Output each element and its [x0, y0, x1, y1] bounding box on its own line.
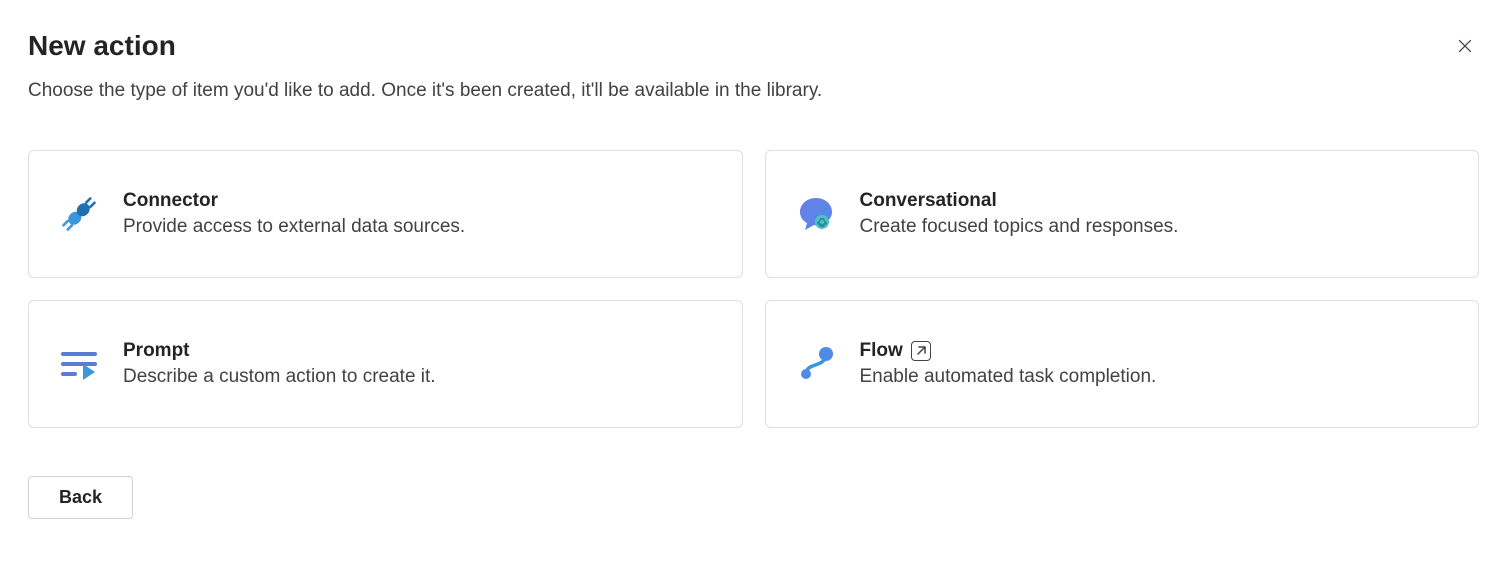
card-desc: Provide access to external data sources. [123, 216, 714, 238]
card-desc: Enable automated task completion. [860, 366, 1451, 388]
prompt-icon [57, 342, 101, 386]
action-type-grid: Connector Provide access to external dat… [28, 150, 1479, 428]
card-title: Connector [123, 190, 714, 212]
external-link-icon [911, 341, 931, 361]
card-desc: Describe a custom action to create it. [123, 366, 714, 388]
card-title: Prompt [123, 340, 714, 362]
card-title: Flow [860, 340, 1451, 362]
flow-icon [794, 342, 838, 386]
card-text: Conversational Create focused topics and… [860, 190, 1451, 238]
back-button[interactable]: Back [28, 476, 133, 519]
conversational-icon [794, 192, 838, 236]
new-action-dialog: New action Choose the type of item you'd… [0, 0, 1507, 547]
card-prompt[interactable]: Prompt Describe a custom action to creat… [28, 300, 743, 428]
close-icon [1455, 36, 1475, 56]
card-title-text: Flow [860, 340, 903, 362]
card-title: Conversational [860, 190, 1451, 212]
dialog-footer: Back [28, 476, 1479, 519]
card-text: Flow Enable automated task completion. [860, 340, 1451, 388]
card-desc: Create focused topics and responses. [860, 216, 1451, 238]
card-text: Prompt Describe a custom action to creat… [123, 340, 714, 388]
dialog-subtitle: Choose the type of item you'd like to ad… [28, 80, 1479, 102]
card-connector[interactable]: Connector Provide access to external dat… [28, 150, 743, 278]
dialog-title: New action [28, 28, 176, 64]
card-text: Connector Provide access to external dat… [123, 190, 714, 238]
connector-icon [57, 192, 101, 236]
card-flow[interactable]: Flow Enable automated task completion. [765, 300, 1480, 428]
card-conversational[interactable]: Conversational Create focused topics and… [765, 150, 1480, 278]
close-button[interactable] [1451, 32, 1479, 60]
dialog-header: New action [28, 28, 1479, 64]
